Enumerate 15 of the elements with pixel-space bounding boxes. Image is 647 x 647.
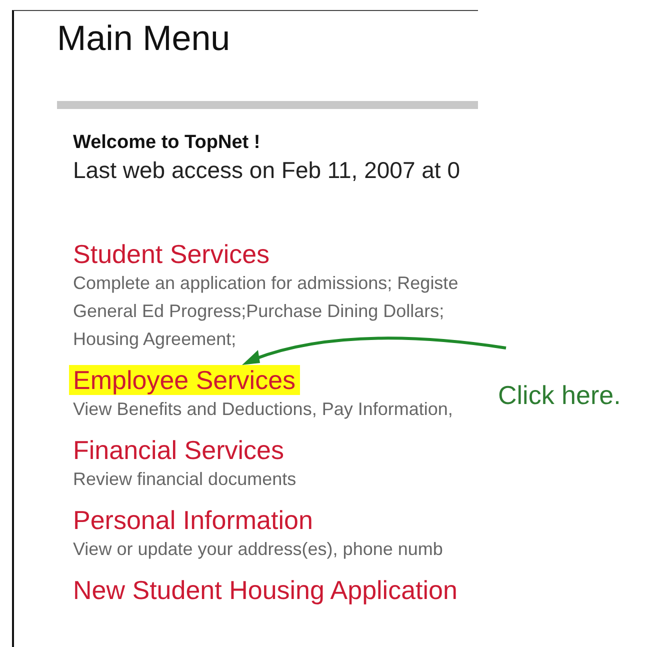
service-link[interactable]: Student Services <box>73 239 270 269</box>
service-link[interactable]: Financial Services <box>73 435 284 465</box>
welcome-heading: Welcome to TopNet ! <box>73 133 262 153</box>
page-title: Main Menu <box>57 19 232 59</box>
service-description: Housing Agreement; <box>73 328 238 351</box>
service-link[interactable]: New Student Housing Application <box>73 575 458 605</box>
service-link[interactable]: Personal Information <box>73 505 313 535</box>
service-description: Review financial documents <box>73 468 298 491</box>
service-description: Complete an application for admissions; Registe <box>73 272 460 295</box>
last-access-text: Last web access on Feb 11, 2007 at 0 <box>73 157 461 183</box>
service-description: General Ed Progress;Purchase Dining Dollars; <box>73 300 446 323</box>
service-description: View or update your address(es), phone numb <box>73 538 444 561</box>
service-description: View Benefits and Deductions, Pay Information, <box>73 398 454 421</box>
callout-text: Click here. <box>498 380 621 411</box>
service-link[interactable]: Employee Services <box>69 365 300 395</box>
